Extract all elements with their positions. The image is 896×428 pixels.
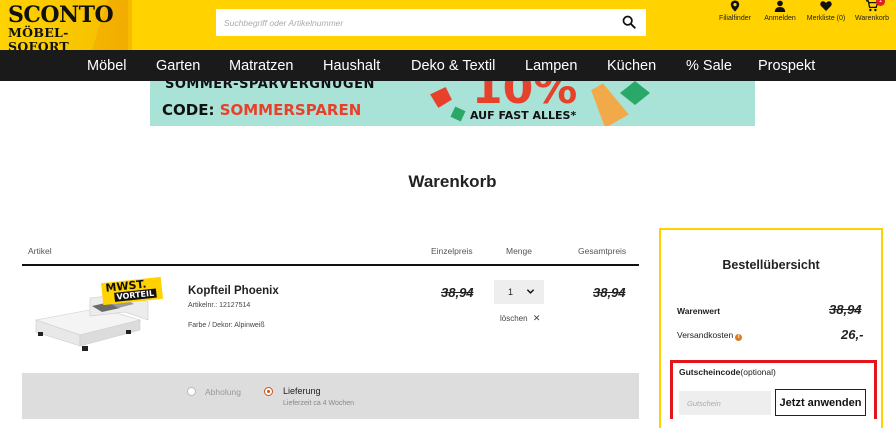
search-icon[interactable] (622, 15, 636, 29)
quantity-select[interactable]: 1 (494, 280, 544, 304)
column-header-quantity: Menge (506, 246, 532, 256)
banner-headline: SOMMER-SPARVERGNÜGEN (165, 81, 375, 92)
column-header-total: Gesamtpreis (578, 246, 627, 256)
map-pin-icon (730, 0, 740, 12)
banner-percent: 10% (472, 81, 578, 114)
apply-coupon-button[interactable]: Jetzt anwenden (775, 389, 866, 416)
pickup-radio[interactable] (187, 387, 196, 396)
product-name[interactable]: Kopfteil Phoenix (188, 285, 279, 297)
nav-item-kuechen[interactable]: Küchen (607, 58, 656, 74)
nav-item-prospekt[interactable]: Prospekt (758, 58, 815, 74)
nav-item-moebel[interactable]: Möbel (87, 58, 127, 74)
goods-value: 38,94 (829, 302, 862, 317)
summary-title: Bestellübersicht (722, 258, 820, 272)
goods-value-label: Warenwert (677, 306, 721, 316)
coupon-label: Gutscheincode(optional) (679, 367, 776, 377)
unit-price: 38,94 (441, 285, 474, 300)
heart-icon (820, 1, 832, 12)
page-title: Warenkorb (408, 172, 497, 191)
product-article-number: Artikelnr.: 12127514 (188, 302, 251, 309)
product-color: Farbe / Dekor: Alpinweiß (188, 322, 265, 329)
banner-leaf-decoration (426, 82, 455, 111)
product-image[interactable]: MWST. VORTEIL (30, 276, 170, 355)
banner-code-value: SOMMERSPAREN (219, 101, 362, 119)
search-input[interactable] (224, 9, 604, 36)
banner-palm-decoration (582, 81, 631, 126)
store-finder-link[interactable]: Filialfinder (714, 0, 756, 32)
nav-item-garten[interactable]: Garten (156, 58, 200, 74)
quantity-value: 1 (508, 287, 514, 297)
promo-banner[interactable]: SOMMER-SPARVERGNÜGEN CODE: SOMMERSPAREN … (150, 81, 755, 126)
shipping-label: Versandkosten (677, 330, 734, 340)
coupon-section: Gutscheincode(optional) Jetzt anwenden (670, 360, 877, 419)
store-finder-label: Filialfinder (719, 15, 751, 22)
coupon-optional: (optional) (740, 367, 776, 377)
nav-item-lampen[interactable]: Lampen (525, 58, 577, 74)
banner-subline: AUF FAST ALLES* (470, 109, 577, 122)
delete-label: löschen (500, 314, 528, 323)
delivery-radio[interactable] (264, 387, 273, 396)
banner-code: CODE: SOMMERSPAREN (162, 101, 361, 119)
banner-leaf-decoration (448, 104, 469, 125)
total-price: 38,94 (593, 285, 626, 300)
delivery-label[interactable]: Lieferung (283, 386, 321, 396)
login-link[interactable]: Anmelden (760, 0, 800, 32)
delivery-time: Lieferzeit ca 4 Wochen (283, 400, 355, 407)
coupon-label-text: Gutscheincode (679, 367, 741, 377)
login-label: Anmelden (764, 15, 796, 22)
nav-item-sale[interactable]: % Sale (686, 58, 732, 74)
wishlist-link[interactable]: Merkliste (0) (803, 0, 849, 32)
coupon-input[interactable] (679, 391, 771, 415)
search-bar (216, 9, 646, 36)
table-header-divider (22, 264, 639, 266)
nav-item-deko-textil[interactable]: Deko & Textil (411, 58, 495, 74)
info-icon[interactable]: i (735, 334, 743, 341)
header: SCONTO MÖBEL-SOFORT Filialfinder Anmelde… (0, 0, 896, 54)
sconto-logo[interactable]: SCONTO MÖBEL-SOFORT (0, 0, 132, 54)
cart-label: Warenkorb (855, 15, 889, 22)
close-icon: ✕ (532, 313, 541, 323)
column-header-article: Artikel (28, 246, 52, 256)
banner-code-prefix: CODE: (162, 101, 220, 119)
delivery-options: Abholung Lieferung Lieferzeit ca 4 Woche… (22, 373, 639, 419)
user-icon (774, 0, 786, 12)
logo-line1: SCONTO (8, 2, 114, 28)
delete-link[interactable]: löschen ✕ (500, 313, 540, 324)
chevron-down-icon (526, 289, 535, 294)
wishlist-label: Merkliste (0) (806, 15, 846, 22)
pickup-label[interactable]: Abholung (205, 387, 241, 397)
shipping-row: Versandkosten i (677, 330, 743, 341)
nav-item-matratzen[interactable]: Matratzen (229, 58, 293, 74)
cart-count-badge: 1 (876, 0, 885, 6)
shipping-value: 26,- (841, 327, 864, 342)
cart-link[interactable]: 1 Warenkorb (851, 0, 893, 32)
banner-palm-decoration (620, 81, 650, 105)
column-header-unit-price: Einzelpreis (431, 246, 473, 256)
main-nav: Möbel Garten Matratzen Haushalt Deko & T… (0, 50, 896, 81)
nav-item-haushalt[interactable]: Haushalt (323, 58, 380, 74)
